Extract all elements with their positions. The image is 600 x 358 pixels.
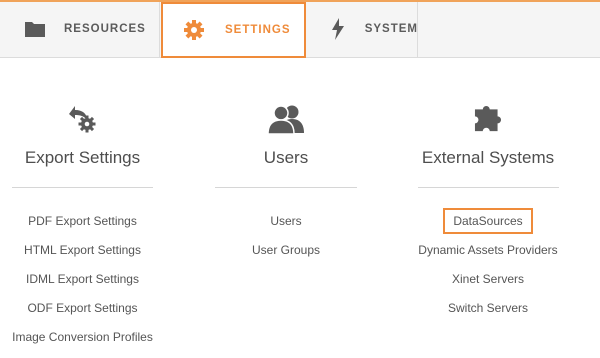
lightning-bolt-icon xyxy=(330,18,347,40)
link-switch-servers[interactable]: Switch Servers xyxy=(415,301,561,315)
section-title: Users xyxy=(263,148,309,167)
section-divider xyxy=(12,187,153,188)
tab-system-label: SYSTEM xyxy=(364,23,418,35)
link-datasources-label: DataSources xyxy=(443,208,533,234)
tab-resources-label: RESOURCES xyxy=(64,23,146,35)
section-title: External Systems xyxy=(421,148,555,167)
export-settings-icon xyxy=(63,100,103,138)
link-user-groups[interactable]: User Groups xyxy=(215,243,357,257)
top-tab-bar: RESOURCES SETTINGS SYSTEM xyxy=(0,2,600,58)
link-html-export-settings[interactable]: HTML Export Settings xyxy=(0,243,165,257)
link-users[interactable]: Users xyxy=(215,214,357,228)
tab-divider xyxy=(159,2,160,57)
section-title: Export Settings xyxy=(24,148,141,167)
link-image-conversion-profiles[interactable]: Image Conversion Profiles xyxy=(0,330,165,344)
gear-icon xyxy=(183,19,205,41)
link-dynamic-assets-providers[interactable]: Dynamic Assets Providers xyxy=(415,243,561,257)
tab-system[interactable]: SYSTEM xyxy=(308,2,418,56)
puzzle-piece-icon xyxy=(468,100,508,138)
section-divider xyxy=(215,187,357,188)
link-datasources[interactable]: DataSources xyxy=(415,208,561,234)
folder-icon xyxy=(24,18,46,40)
link-xinet-servers[interactable]: Xinet Servers xyxy=(415,272,561,286)
link-pdf-export-settings[interactable]: PDF Export Settings xyxy=(0,214,165,228)
link-idml-export-settings[interactable]: IDML Export Settings xyxy=(0,272,165,286)
link-odf-export-settings[interactable]: ODF Export Settings xyxy=(0,301,165,315)
tab-settings[interactable]: SETTINGS xyxy=(161,2,306,58)
users-icon xyxy=(266,100,306,138)
tab-divider xyxy=(417,2,418,57)
tab-resources[interactable]: RESOURCES xyxy=(0,2,158,56)
tab-settings-label: SETTINGS xyxy=(225,24,291,36)
section-divider xyxy=(418,187,559,188)
